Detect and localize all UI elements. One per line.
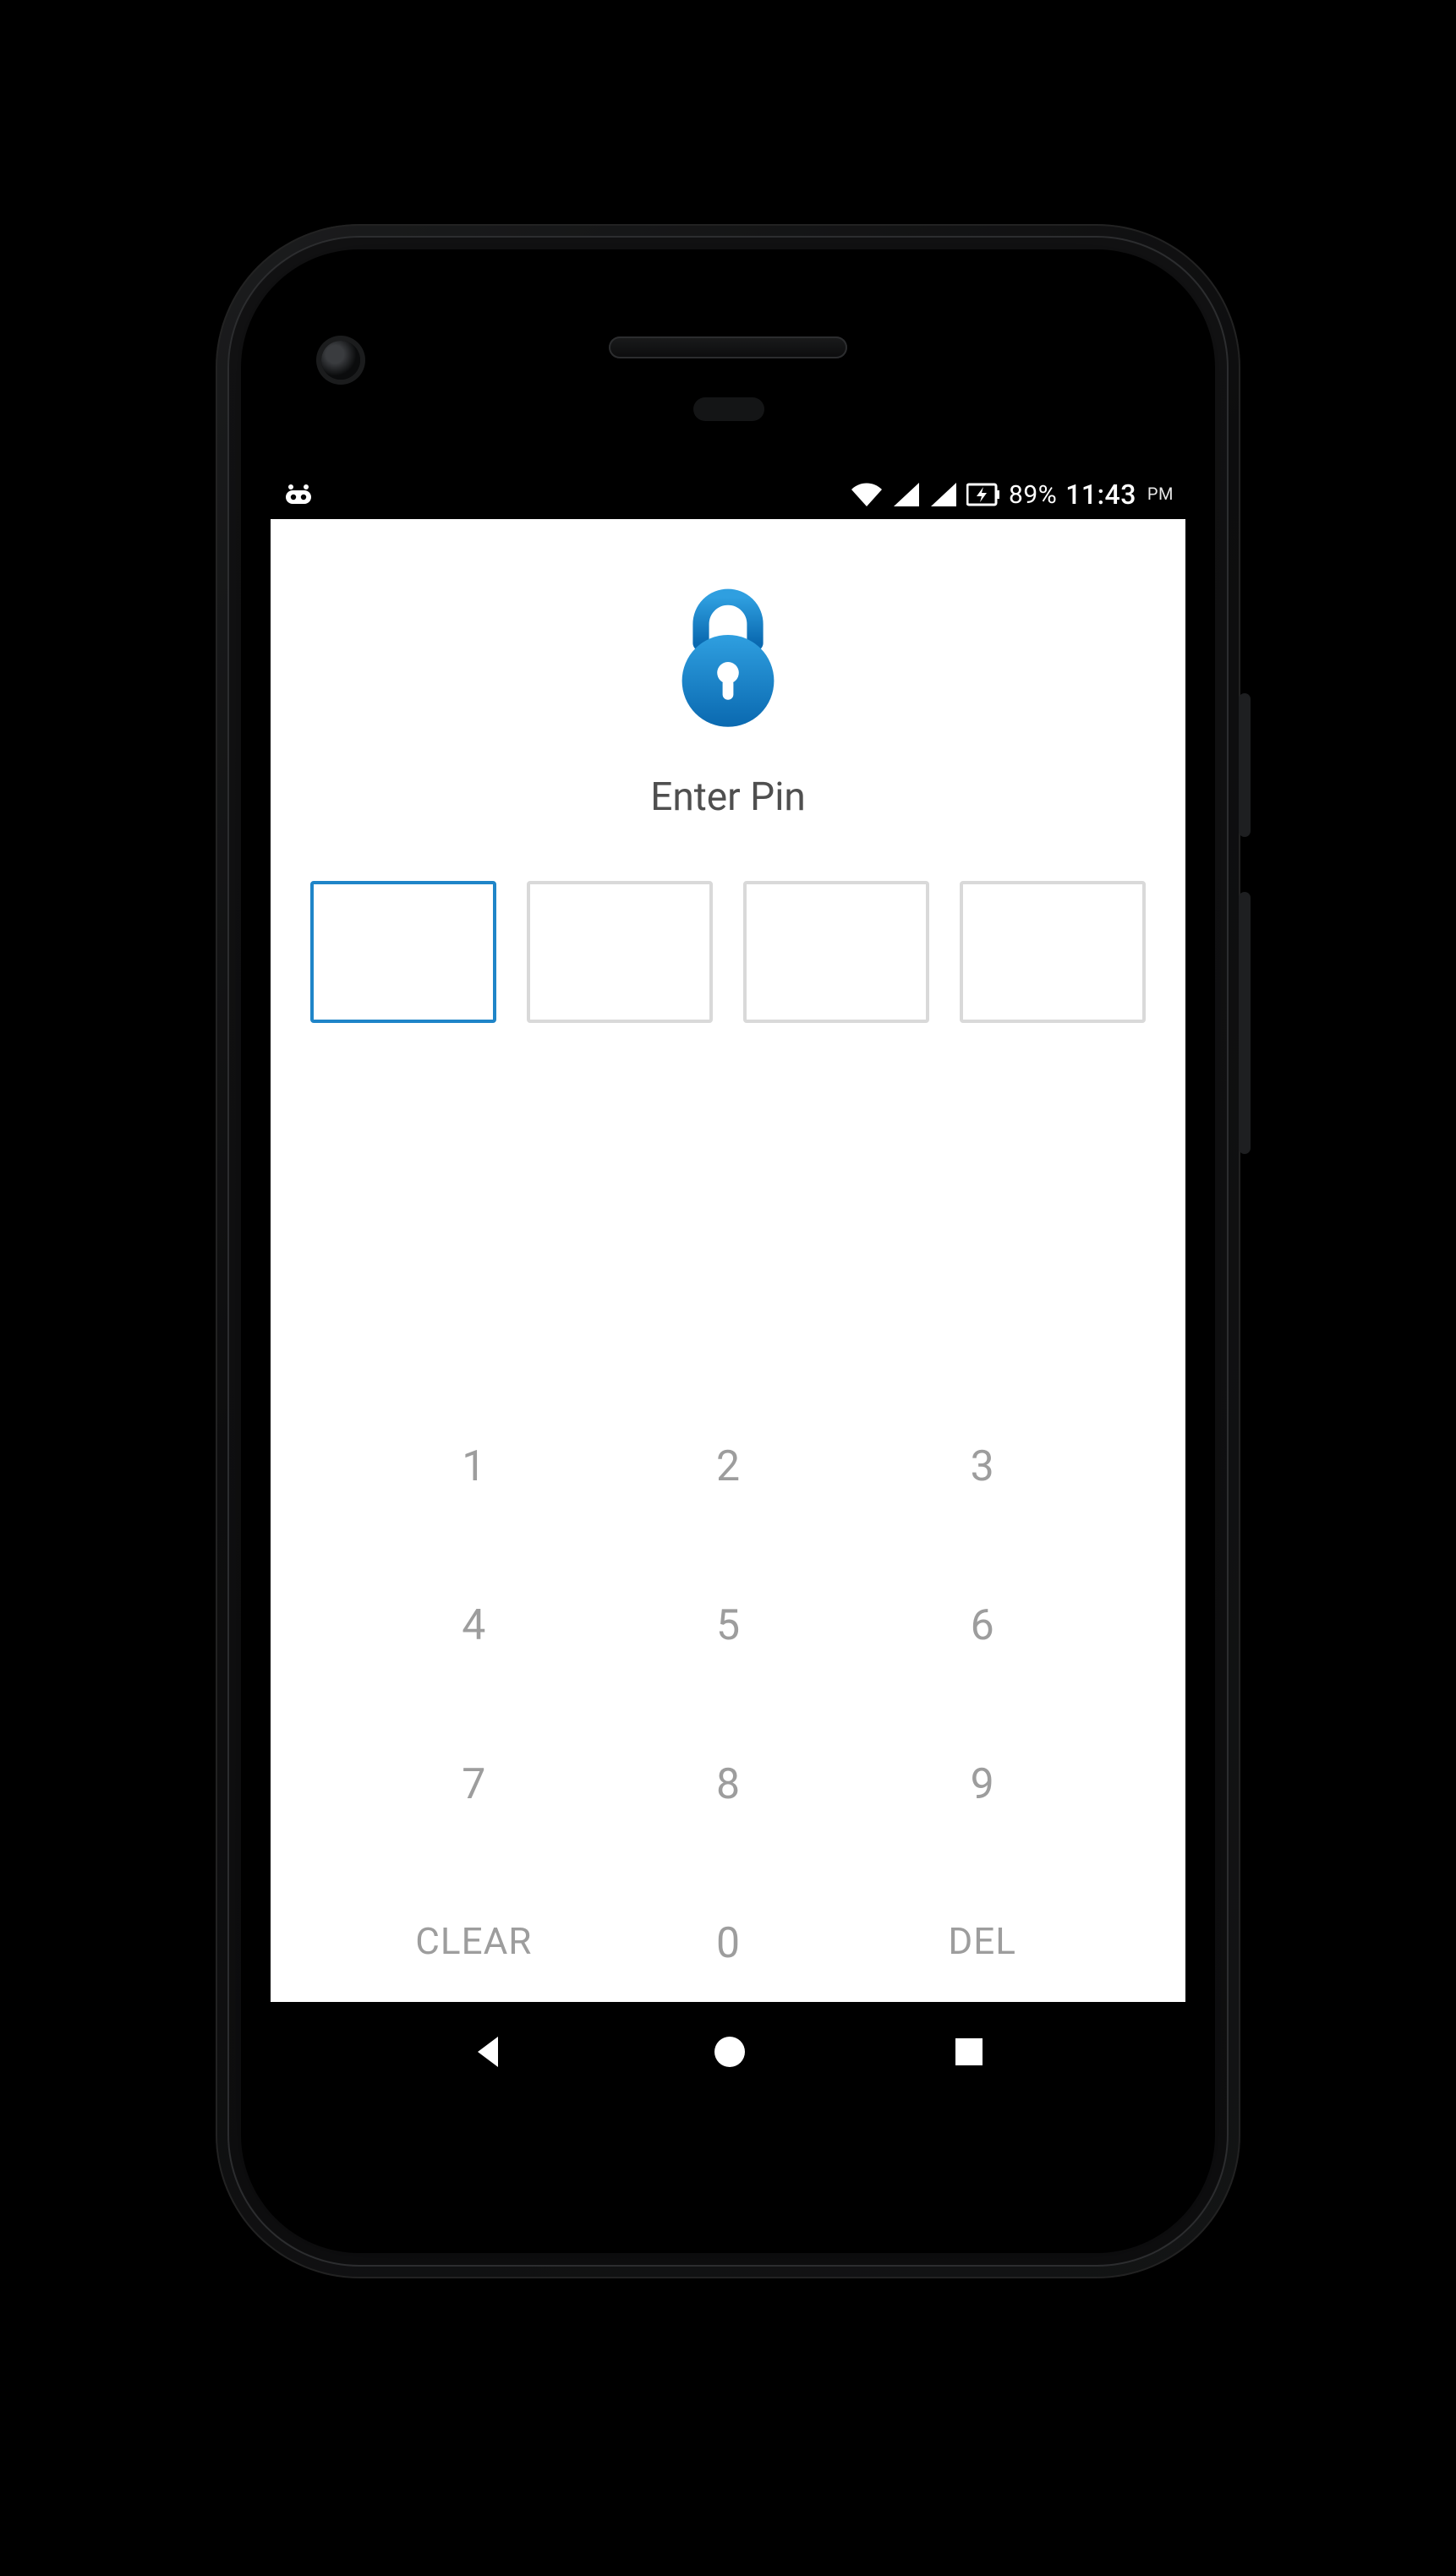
- android-nav-bar: [271, 2002, 1185, 2102]
- cell-signal-icon-2: [929, 481, 958, 508]
- proximity-sensor: [693, 397, 764, 421]
- key-3[interactable]: 3: [855, 1442, 1109, 1491]
- battery-charging-icon: [966, 482, 1000, 507]
- key-1[interactable]: 1: [347, 1442, 601, 1491]
- nav-back-button[interactable]: [468, 2030, 512, 2074]
- pin-prompt: Enter Pin: [650, 774, 806, 820]
- cell-signal-icon: [892, 481, 921, 508]
- nav-home-button[interactable]: [708, 2030, 752, 2074]
- stage: 89% 11:43 PM: [0, 0, 1456, 2576]
- pin-cell-2[interactable]: [527, 881, 713, 1023]
- clock-time: 11:43: [1065, 479, 1136, 511]
- os-logo-icon: [282, 482, 315, 507]
- key-6[interactable]: 6: [855, 1601, 1109, 1650]
- device-screen: 89% 11:43 PM: [271, 470, 1185, 2102]
- key-4[interactable]: 4: [347, 1601, 601, 1650]
- volume-rocker: [1239, 892, 1251, 1154]
- numeric-keypad: 1 2 3 4 5 6 7 8 9 CLEAR 0 DEL: [271, 1442, 1185, 1968]
- wifi-icon: [850, 481, 884, 508]
- power-button: [1239, 693, 1251, 837]
- key-0[interactable]: 0: [601, 1919, 856, 1968]
- pin-input-row: [310, 881, 1146, 1023]
- pin-cell-4[interactable]: [960, 881, 1146, 1023]
- lock-icon: [660, 583, 796, 730]
- key-clear[interactable]: CLEAR: [347, 1919, 601, 1968]
- key-2[interactable]: 2: [601, 1442, 856, 1491]
- pin-cell-3[interactable]: [743, 881, 929, 1023]
- key-del[interactable]: DEL: [855, 1919, 1109, 1968]
- battery-percent: 89%: [1009, 480, 1057, 510]
- key-7[interactable]: 7: [347, 1760, 601, 1809]
- status-bar: 89% 11:43 PM: [271, 470, 1185, 519]
- nav-recent-button[interactable]: [949, 2032, 989, 2072]
- earpiece-speaker: [609, 336, 847, 358]
- key-9[interactable]: 9: [855, 1760, 1109, 1809]
- pin-lock-screen: Enter Pin 1 2 3 4 5 6 7 8 9 CLEAR 0 DEL: [271, 519, 1185, 2002]
- front-camera: [321, 341, 360, 380]
- clock-ampm: PM: [1147, 484, 1174, 504]
- key-8[interactable]: 8: [601, 1760, 856, 1809]
- pin-cell-1[interactable]: [310, 881, 496, 1023]
- key-5[interactable]: 5: [601, 1601, 856, 1650]
